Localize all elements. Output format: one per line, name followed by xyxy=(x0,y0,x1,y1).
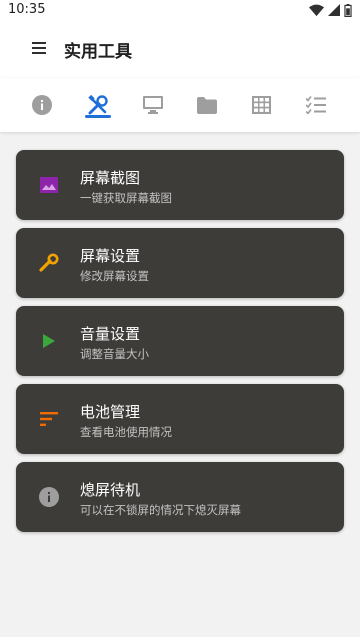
folder-icon xyxy=(197,96,217,114)
wrench-icon xyxy=(39,253,59,272)
checklist-icon xyxy=(306,96,326,114)
card-icon xyxy=(38,486,60,508)
tab-bar xyxy=(0,78,360,132)
card-title: 音量设置 xyxy=(80,325,141,343)
sort-lines-icon xyxy=(40,412,58,426)
signal-icon xyxy=(328,4,340,16)
grid-icon xyxy=(251,96,271,114)
menu-button[interactable] xyxy=(28,37,50,59)
tab-display[interactable] xyxy=(131,78,175,132)
card-screen-settings[interactable]: 屏幕设置 修改屏幕设置 xyxy=(16,228,344,298)
card-title: 熄屏待机 xyxy=(80,481,141,499)
app-bar: 实用工具 xyxy=(0,20,360,78)
card-subtitle: 可以在不锁屏的情况下熄灭屏幕 xyxy=(80,503,241,517)
tab-grid[interactable] xyxy=(239,78,283,132)
info-icon xyxy=(32,95,52,115)
card-title: 屏幕设置 xyxy=(80,247,141,265)
card-subtitle: 调整音量大小 xyxy=(80,347,149,361)
card-screen-off-standby[interactable]: 熄屏待机 可以在不锁屏的情况下熄灭屏幕 xyxy=(16,462,344,532)
card-title: 电池管理 xyxy=(80,403,141,421)
card-icon xyxy=(38,252,60,274)
tab-checklist[interactable] xyxy=(294,78,338,132)
card-icon xyxy=(38,408,60,430)
card-screenshot[interactable]: 屏幕截图 一键获取屏幕截图 xyxy=(16,150,344,220)
card-battery-management[interactable]: 电池管理 查看电池使用情况 xyxy=(16,384,344,454)
battery-icon xyxy=(344,3,352,17)
card-subtitle: 修改屏幕设置 xyxy=(80,269,149,283)
card-title: 屏幕截图 xyxy=(80,169,141,187)
image-icon xyxy=(40,177,58,193)
menu-icon xyxy=(32,42,46,54)
status-time: 10:35 xyxy=(8,2,46,17)
info-icon xyxy=(39,487,59,507)
tab-files[interactable] xyxy=(185,78,229,132)
play-icon xyxy=(43,334,55,348)
card-volume-settings[interactable]: 音量设置 调整音量大小 xyxy=(16,306,344,376)
card-icon xyxy=(38,330,60,352)
card-subtitle: 一键获取屏幕截图 xyxy=(80,191,172,205)
card-subtitle: 查看电池使用情况 xyxy=(80,425,172,439)
tab-info[interactable] xyxy=(20,78,64,132)
status-bar: 10:35 xyxy=(0,0,360,20)
tab-indicator xyxy=(85,115,111,118)
tools-icon xyxy=(88,94,108,115)
tab-tools[interactable] xyxy=(76,78,120,132)
page-title: 实用工具 xyxy=(64,42,132,62)
monitor-icon xyxy=(143,96,163,114)
card-icon xyxy=(38,174,60,196)
status-icons xyxy=(309,3,352,17)
wifi-icon xyxy=(309,4,324,16)
